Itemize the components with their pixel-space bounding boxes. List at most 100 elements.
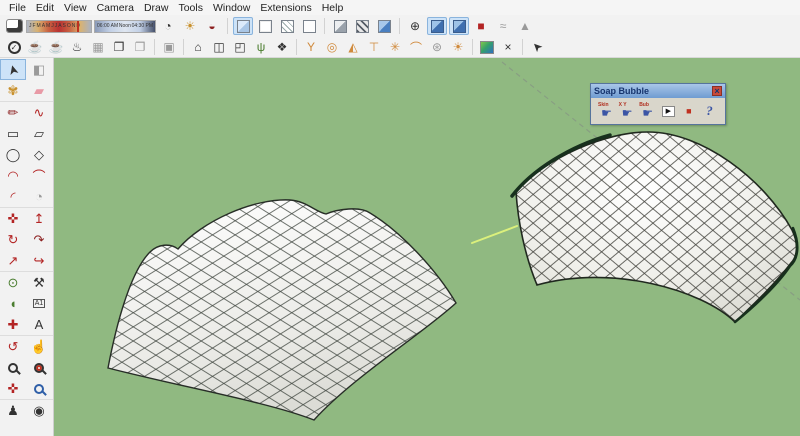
teapot-icon[interactable]: ☕ xyxy=(25,38,45,56)
bubble-button[interactable]: Bub ☛ xyxy=(639,102,656,120)
zoom-window-tool[interactable] xyxy=(26,357,52,378)
pie-tool[interactable]: ◔ xyxy=(26,186,52,207)
wheel-icon[interactable]: ⊛ xyxy=(427,38,447,56)
dome-icon[interactable]: ⌒ xyxy=(406,38,426,56)
donut-icon[interactable]: ◎ xyxy=(322,38,342,56)
menu-file[interactable]: File xyxy=(4,2,31,14)
menu-camera[interactable]: Camera xyxy=(92,2,139,14)
sail-icon[interactable]: ◭ xyxy=(343,38,363,56)
play-button[interactable]: ▶ xyxy=(660,103,677,120)
box-icon[interactable]: ◫ xyxy=(209,38,229,56)
shadow-toggle-icon[interactable]: ◒ xyxy=(202,17,222,35)
xray-cube-icon[interactable] xyxy=(233,17,253,35)
axes-tool[interactable]: ✚ xyxy=(0,314,26,335)
move-tool[interactable]: ✜ xyxy=(0,208,26,229)
wireframe-cube-icon[interactable] xyxy=(277,17,297,35)
menu-view[interactable]: View xyxy=(59,2,92,14)
circle-tool[interactable]: ◯ xyxy=(0,144,26,165)
bridge-icon[interactable]: ⌂ xyxy=(188,38,208,56)
position-camera-tool[interactable]: ♟ xyxy=(0,400,26,421)
shadow-time-slider[interactable]: 06:00 AM Noon 04:30 PM xyxy=(94,19,156,33)
xy-button-label: X Y xyxy=(618,101,627,108)
render-check-icon[interactable]: ✓ xyxy=(4,38,24,56)
look-around-tool[interactable]: ◉ xyxy=(26,400,52,421)
terrain-icon[interactable]: ▲ xyxy=(515,17,535,35)
soap-bubble-dialog[interactable]: Soap Bubble × Skin ☛ X Y ☛ Bub ☛ ▶ ■ ? xyxy=(590,83,726,125)
date-slider-handle[interactable] xyxy=(76,20,79,32)
eraser-tool[interactable]: ▰ xyxy=(26,80,52,101)
select-tool[interactable]: ➤ xyxy=(0,59,26,80)
menu-tools[interactable]: Tools xyxy=(173,2,208,14)
star-icon[interactable]: ✳ xyxy=(385,38,405,56)
grass-icon[interactable]: ψ xyxy=(251,38,271,56)
sun-icon[interactable]: ☀ xyxy=(448,38,468,56)
line-tool[interactable]: ✏ xyxy=(0,102,26,123)
rotate-tool[interactable]: ↻ xyxy=(0,229,26,250)
dimension-tool[interactable]: ⚒ xyxy=(26,272,52,293)
hidden-line-cube-icon[interactable] xyxy=(299,17,319,35)
shaded-cube-icon[interactable] xyxy=(330,17,350,35)
followme-tool[interactable]: ↷ xyxy=(26,229,52,250)
polygon-tool[interactable]: ◇ xyxy=(26,144,52,165)
three-point-arc-tool[interactable]: ◜ xyxy=(0,186,26,207)
back-edges-cube-icon[interactable] xyxy=(255,17,275,35)
menu-draw[interactable]: Draw xyxy=(139,2,174,14)
teapot-grab-icon[interactable]: ☕ xyxy=(46,38,66,56)
freehand-tool[interactable]: ∿ xyxy=(26,102,52,123)
shadow-time-icon[interactable]: ◔ xyxy=(158,17,178,35)
separator xyxy=(296,39,297,55)
rectangle-tool[interactable]: ▭ xyxy=(0,123,26,144)
menu-window[interactable]: Window xyxy=(208,2,255,14)
lock-icon[interactable]: ▣ xyxy=(159,38,179,56)
rotated-rectangle-tool[interactable]: ▱ xyxy=(26,123,52,144)
stop-icon: ■ xyxy=(686,106,692,116)
leaf-icon[interactable]: ❖ xyxy=(272,38,292,56)
skin-button[interactable]: Skin ☛ xyxy=(598,102,615,120)
close-icon[interactable]: × xyxy=(712,86,722,96)
cursor-icon[interactable]: ➤ xyxy=(527,38,547,56)
top-view-icon[interactable] xyxy=(449,17,469,35)
time-left-label: 06:00 AM xyxy=(97,23,119,29)
material-window-icon[interactable]: ❐ xyxy=(130,38,150,56)
menu-extensions[interactable]: Extensions xyxy=(255,2,316,14)
arc-tool[interactable]: ◠ xyxy=(0,165,26,186)
shadow-date-icon[interactable]: ☀ xyxy=(180,17,200,35)
pushpull-tool[interactable]: ↥ xyxy=(26,208,52,229)
paint-tool[interactable]: ✾ xyxy=(0,80,26,101)
zoom-previous-tool[interactable] xyxy=(26,378,52,399)
tape-measure-tool[interactable]: ⊙ xyxy=(0,272,26,293)
shadow-date-slider[interactable]: JFMAMJJASOND xyxy=(26,19,92,33)
text-tool[interactable]: A1 xyxy=(26,293,52,314)
glass-icon[interactable]: Y xyxy=(301,38,321,56)
shadow-settings-icon[interactable] xyxy=(4,17,24,35)
two-point-arc-tool[interactable]: ⌒ xyxy=(26,165,52,186)
menu-help[interactable]: Help xyxy=(317,2,349,14)
xy-button[interactable]: X Y ☛ xyxy=(618,101,636,120)
render-window-icon[interactable]: ❐ xyxy=(109,38,129,56)
render-scene-icon[interactable]: ♨ xyxy=(67,38,87,56)
table-icon[interactable]: ⊤ xyxy=(364,38,384,56)
iso-view-icon[interactable] xyxy=(427,17,447,35)
zoom-tool[interactable] xyxy=(0,357,26,378)
sandbox-icon[interactable]: ≈ xyxy=(493,17,513,35)
menu-edit[interactable]: Edit xyxy=(31,2,59,14)
soap-bubble-titlebar[interactable]: Soap Bubble × xyxy=(591,84,725,98)
render-options-icon[interactable]: ▦ xyxy=(88,38,108,56)
help-button[interactable]: ? xyxy=(701,103,718,120)
pan-tool[interactable]: ☝ xyxy=(26,336,52,357)
scale-tool[interactable]: ↗ xyxy=(0,250,26,271)
component-tool[interactable]: ◧ xyxy=(26,59,52,80)
gradient-icon[interactable] xyxy=(477,38,497,56)
shaded-textures-cube-icon[interactable] xyxy=(352,17,372,35)
monochrome-cube-icon[interactable] xyxy=(374,17,394,35)
zoom-extents-tool[interactable]: ✜ xyxy=(0,378,26,399)
offset-tool[interactable]: ↪ xyxy=(26,250,52,271)
box-axes-icon[interactable]: ◰ xyxy=(230,38,250,56)
protractor-tool[interactable]: ◖ xyxy=(0,293,26,314)
stop-button[interactable]: ■ xyxy=(680,103,697,120)
snap-icon[interactable]: × xyxy=(498,38,518,56)
3d-text-tool[interactable]: A xyxy=(26,314,52,335)
orbit-tool[interactable]: ↺ xyxy=(0,336,26,357)
red-material-icon[interactable]: ■ xyxy=(471,17,491,35)
axes-icon[interactable]: ⊕ xyxy=(405,17,425,35)
